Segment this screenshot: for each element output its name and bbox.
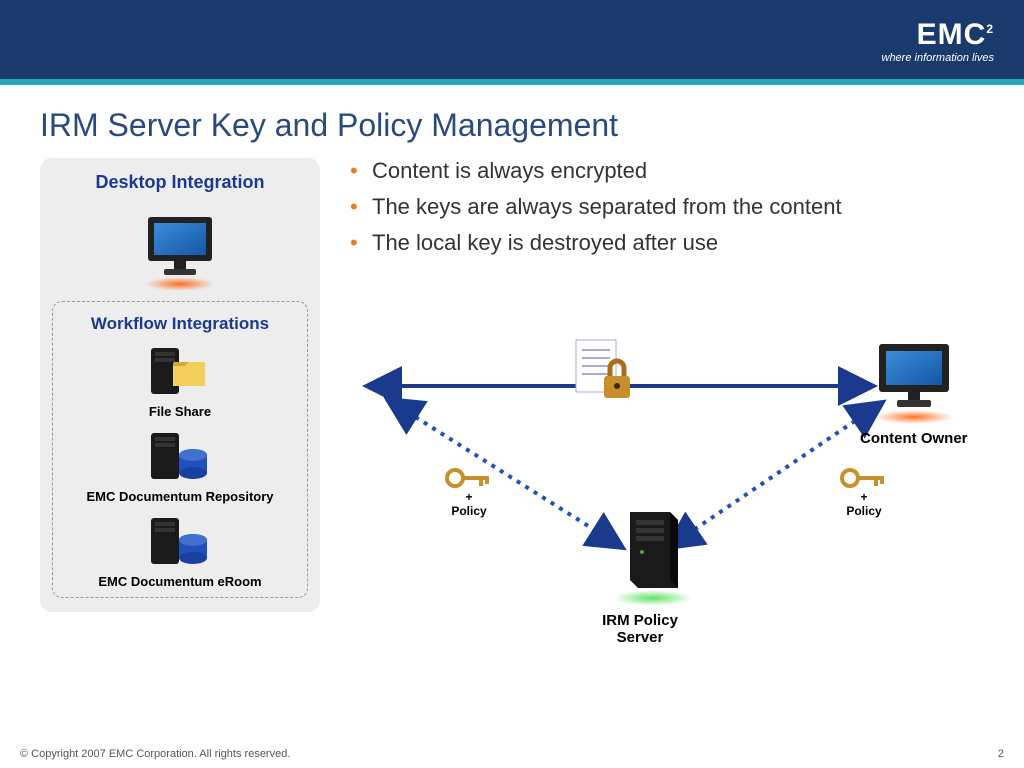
brand-name: EMC bbox=[917, 18, 987, 51]
file-share-label: File Share bbox=[61, 404, 299, 419]
policy-label-right: + Policy bbox=[840, 490, 888, 519]
key-icon bbox=[445, 466, 493, 490]
irm-server-node: IRM Policy Server bbox=[605, 506, 700, 646]
key-policy-left: + Policy bbox=[445, 466, 493, 519]
diagram: Content Owner IRM Policy Server bbox=[350, 276, 984, 636]
bullet-list: Content is always encrypted The keys are… bbox=[350, 158, 984, 256]
documentum-repo-item: EMC Documentum Repository bbox=[61, 429, 299, 504]
workflow-title: Workflow Integrations bbox=[61, 314, 299, 334]
header-accent bbox=[0, 79, 1024, 85]
brand-tagline: where information lives bbox=[882, 52, 995, 64]
bullet-item: Content is always encrypted bbox=[350, 158, 984, 184]
documentum-eroom-item: EMC Documentum eRoom bbox=[61, 514, 299, 589]
documentum-eroom-label: EMC Documentum eRoom bbox=[61, 574, 299, 589]
key-icon bbox=[840, 466, 888, 490]
sidebar: Desktop Integration Workflow Integration… bbox=[40, 158, 320, 636]
header-bar: EMC2 where information lives bbox=[0, 0, 1024, 85]
key-policy-right: + Policy bbox=[840, 466, 888, 519]
bullet-item: The local key is destroyed after use bbox=[350, 230, 984, 256]
page-title: IRM Server Key and Policy Management bbox=[0, 85, 1024, 158]
bullet-item: The keys are always separated from the c… bbox=[350, 194, 984, 220]
document-lock-icon bbox=[570, 336, 640, 406]
brand-sup: 2 bbox=[986, 22, 994, 36]
irm-server-label: IRM Policy Server bbox=[580, 612, 700, 646]
file-share-item: File Share bbox=[61, 344, 299, 419]
desktop-panel: Desktop Integration Workflow Integration… bbox=[40, 158, 320, 612]
workflow-panel: Workflow Integrations File Share bbox=[52, 301, 308, 598]
content-owner-label: Content Owner bbox=[860, 430, 968, 447]
footer: © Copyright 2007 EMC Corporation. All ri… bbox=[20, 748, 1004, 760]
content-owner-node: Content Owner bbox=[860, 338, 968, 447]
desktop-panel-title: Desktop Integration bbox=[52, 172, 308, 193]
documentum-repo-label: EMC Documentum Repository bbox=[61, 489, 299, 504]
monitor-icon bbox=[52, 203, 308, 301]
brand-logo: EMC2 where information lives bbox=[882, 18, 995, 64]
main-area: Content is always encrypted The keys are… bbox=[350, 158, 984, 636]
copyright: © Copyright 2007 EMC Corporation. All ri… bbox=[20, 748, 290, 760]
page-number: 2 bbox=[998, 748, 1004, 760]
policy-label-left: + Policy bbox=[445, 490, 493, 519]
